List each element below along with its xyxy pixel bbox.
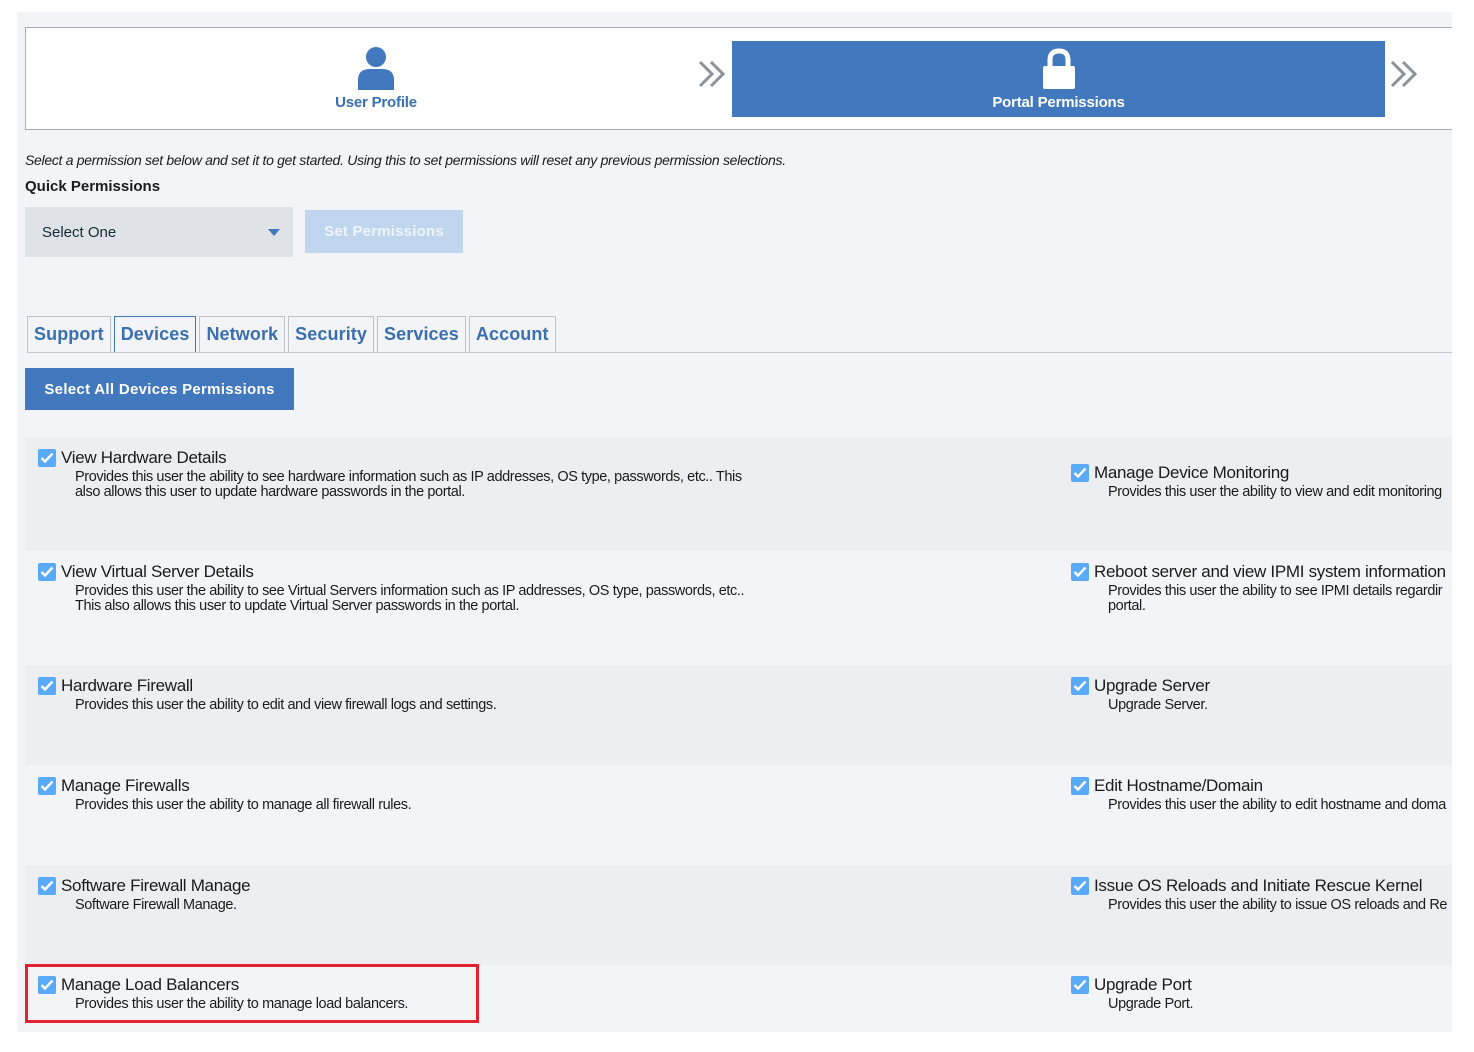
tab-network[interactable]: Network xyxy=(199,316,286,352)
permission-item: Hardware Firewall Provides this user the… xyxy=(38,675,798,713)
set-permissions-button[interactable]: Set Permissions xyxy=(305,210,463,253)
wizard-steps: User Profile Portal Permissions xyxy=(25,27,1452,130)
permission-title: Issue OS Reloads and Initiate Rescue Ker… xyxy=(1094,876,1423,895)
checkbox-checked-icon[interactable] xyxy=(1071,464,1089,482)
permission-title: Upgrade Port xyxy=(1094,975,1192,994)
highlight-box xyxy=(25,964,479,1023)
permission-title: Upgrade Server xyxy=(1094,676,1210,695)
checkbox-checked-icon[interactable] xyxy=(38,877,56,895)
checkbox-checked-icon[interactable] xyxy=(38,777,56,795)
checkbox-checked-icon[interactable] xyxy=(1071,976,1089,994)
caret-down-icon xyxy=(268,229,280,236)
permission-description: Provides this user the ability to issue … xyxy=(1108,897,1448,913)
chevron-right-icon xyxy=(1390,60,1418,88)
tab-security[interactable]: Security xyxy=(288,316,375,352)
checkbox-checked-icon[interactable] xyxy=(38,449,56,467)
permission-description: Provides this user the ability to see IP… xyxy=(1108,583,1443,614)
permission-item: View Virtual Server Details Provides thi… xyxy=(38,561,798,614)
step-portal-permissions[interactable]: Portal Permissions xyxy=(732,41,1385,117)
chevron-right-icon xyxy=(698,60,726,88)
permission-title: Software Firewall Manage xyxy=(61,876,251,895)
permission-item: Issue OS Reloads and Initiate Rescue Ker… xyxy=(1071,875,1452,913)
permission-item: View Hardware Details Provides this user… xyxy=(38,447,798,500)
permission-title: Reboot server and view IPMI system infor… xyxy=(1094,562,1446,581)
quick-permissions-title: Quick Permissions xyxy=(25,178,161,195)
permission-tabs: Support Devices Network Security Service… xyxy=(27,316,556,352)
permission-row: Software Firewall Manage Software Firewa… xyxy=(25,865,1452,965)
lock-icon xyxy=(1042,47,1075,89)
checkbox-checked-icon[interactable] xyxy=(38,563,56,581)
permission-row: View Virtual Server Details Provides thi… xyxy=(25,551,1452,665)
permission-title: Edit Hostname/Domain xyxy=(1094,776,1263,795)
intro-text: Select a permission set below and set it… xyxy=(25,152,786,168)
step-user-profile[interactable]: User Profile xyxy=(26,28,726,129)
checkbox-checked-icon[interactable] xyxy=(1071,877,1089,895)
permission-item: Manage Firewalls Provides this user the … xyxy=(38,775,798,813)
permission-title: Manage Device Monitoring xyxy=(1094,463,1290,482)
tabs-divider xyxy=(27,352,1452,353)
permission-description: Provides this user the ability to see ha… xyxy=(75,469,742,500)
checkbox-checked-icon[interactable] xyxy=(38,677,56,695)
permission-title: View Virtual Server Details xyxy=(61,562,254,581)
permissions-page: User Profile Portal Permissions Select a… xyxy=(17,12,1452,1032)
checkbox-checked-icon[interactable] xyxy=(1071,777,1089,795)
select-all-devices-button[interactable]: Select All Devices Permissions xyxy=(25,368,294,410)
permission-description: Upgrade Server. xyxy=(1108,697,1208,713)
permission-item: Upgrade Server Upgrade Server. xyxy=(1071,675,1452,713)
user-icon xyxy=(358,47,394,90)
tab-devices[interactable]: Devices xyxy=(113,316,197,352)
permission-row: View Hardware Details Provides this user… xyxy=(25,437,1452,551)
permission-description: Software Firewall Manage. xyxy=(75,897,237,913)
permission-description: Provides this user the ability to view a… xyxy=(1108,484,1442,500)
permission-description: Provides this user the ability to edit h… xyxy=(1108,797,1446,813)
select-value: Select One xyxy=(42,223,117,241)
permission-description: Provides this user the ability to manage… xyxy=(75,797,412,813)
tab-services[interactable]: Services xyxy=(377,316,466,352)
permission-description: Upgrade Port. xyxy=(1108,996,1194,1012)
checkbox-checked-icon[interactable] xyxy=(1071,677,1089,695)
permission-item: Upgrade Port Upgrade Port. xyxy=(1071,974,1452,1012)
step-user-profile-label: User Profile xyxy=(335,94,417,111)
permission-item: Manage Device Monitoring Provides this u… xyxy=(1071,462,1452,500)
permission-description: Provides this user the ability to see Vi… xyxy=(75,583,745,614)
permission-description: Provides this user the ability to edit a… xyxy=(75,697,497,713)
tab-support[interactable]: Support xyxy=(27,316,111,352)
permission-row: Manage Firewalls Provides this user the … xyxy=(25,765,1452,865)
permission-title: Manage Firewalls xyxy=(61,776,190,795)
permission-row: Hardware Firewall Provides this user the… xyxy=(25,665,1452,765)
tab-account[interactable]: Account xyxy=(468,316,556,352)
permission-item: Reboot server and view IPMI system infor… xyxy=(1071,561,1452,614)
quick-permissions-select[interactable]: Select One xyxy=(25,207,293,257)
checkbox-checked-icon[interactable] xyxy=(1071,563,1089,581)
step-portal-permissions-label: Portal Permissions xyxy=(992,93,1125,111)
permission-title: Hardware Firewall xyxy=(61,676,193,695)
permission-title: View Hardware Details xyxy=(61,448,227,467)
permission-item: Software Firewall Manage Software Firewa… xyxy=(38,875,798,913)
permission-item: Edit Hostname/Domain Provides this user … xyxy=(1071,775,1452,813)
